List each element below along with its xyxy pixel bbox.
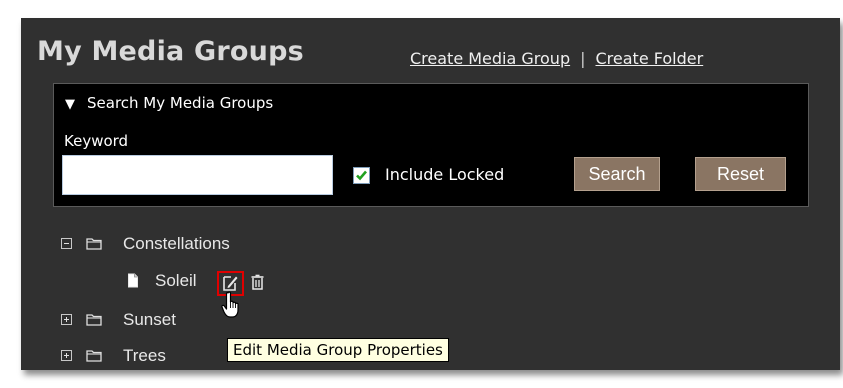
- folder-icon: [86, 350, 102, 362]
- include-locked-checkbox[interactable]: [353, 167, 370, 184]
- folder-label[interactable]: Sunset: [123, 310, 176, 330]
- link-separator: |: [580, 49, 586, 68]
- hand-pointer-icon: [221, 291, 239, 318]
- include-locked-label: Include Locked: [385, 165, 505, 184]
- search-button[interactable]: Search: [574, 157, 660, 191]
- expand-icon[interactable]: [61, 314, 72, 325]
- trash-icon[interactable]: [250, 274, 265, 290]
- tooltip: Edit Media Group Properties: [227, 338, 449, 362]
- search-toggle[interactable]: ▼ Search My Media Groups: [65, 94, 273, 112]
- folder-icon: [86, 238, 102, 250]
- header-links: Create Media Group | Create Folder: [410, 49, 703, 68]
- media-group-label[interactable]: Soleil: [155, 271, 197, 291]
- create-folder-link[interactable]: Create Folder: [596, 49, 704, 68]
- reset-button[interactable]: Reset: [695, 157, 786, 191]
- document-icon: [128, 273, 138, 288]
- keyword-input[interactable]: [62, 155, 333, 195]
- checkmark-icon: [356, 170, 367, 181]
- triangle-down-icon: ▼: [65, 97, 75, 112]
- create-media-group-link[interactable]: Create Media Group: [410, 49, 570, 68]
- expand-icon[interactable]: [61, 350, 72, 361]
- folder-icon: [86, 314, 102, 326]
- collapse-icon[interactable]: [61, 238, 72, 249]
- keyword-label: Keyword: [64, 132, 129, 150]
- search-toggle-label: Search My Media Groups: [87, 94, 274, 112]
- folder-label[interactable]: Constellations: [123, 234, 230, 254]
- page-title: My Media Groups: [37, 36, 304, 67]
- folder-label[interactable]: Trees: [123, 346, 166, 366]
